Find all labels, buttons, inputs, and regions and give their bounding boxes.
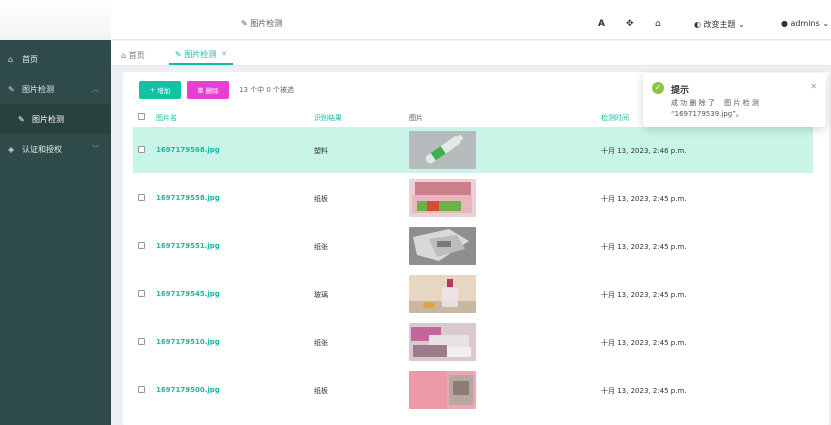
row-name-link[interactable]: 1697179558.jpg: [156, 194, 220, 202]
shield-icon: ◈: [8, 144, 15, 154]
sidebar-item-image-detection-group[interactable]: ✎ 图片检测 ︿: [0, 74, 111, 104]
user-menu[interactable]: ● admins ⌄: [781, 19, 829, 28]
sidebar-brand-area: [0, 0, 111, 40]
row-time: 十月 13, 2023, 2:45 p.m.: [601, 243, 687, 251]
theme-switcher[interactable]: ◐ 改变主题 ⌄: [694, 19, 745, 30]
row-thumbnail: [409, 179, 476, 217]
add-button[interactable]: + 增加: [139, 81, 181, 99]
user-icon: ●: [781, 19, 788, 28]
toast-message: 成 功 删 除 了 图 片 检 测 “1697179539.jpg”。: [671, 99, 759, 118]
sidebar-item-image-detection[interactable]: ✎ 图片检测: [0, 104, 111, 134]
delete-button[interactable]: ▥ 删除: [187, 81, 229, 99]
add-button-label: 增加: [157, 87, 171, 95]
row-thumbnail: [409, 371, 476, 409]
fullscreen-icon[interactable]: ✥: [626, 19, 634, 29]
row-name-link[interactable]: 1697179545.jpg: [156, 290, 220, 298]
row-result: 纸张: [314, 339, 328, 347]
row-thumbnail: [409, 227, 476, 265]
row-time: 十月 13, 2023, 2:45 p.m.: [601, 195, 687, 203]
home-icon: ⌂: [8, 54, 14, 64]
row-thumbnail: [409, 131, 476, 169]
row-checkbox[interactable]: [138, 194, 145, 201]
row-checkbox[interactable]: [138, 242, 145, 249]
check-circle-icon: ✓: [652, 82, 664, 94]
delete-button-label: 删除: [205, 87, 219, 95]
home-icon[interactable]: ⌂: [655, 19, 661, 29]
select-all-checkbox[interactable]: [138, 113, 145, 120]
plus-icon: +: [149, 86, 158, 94]
pencil-icon: ✎: [241, 19, 248, 28]
trash-icon: ▥: [197, 86, 206, 94]
chevron-down-icon: ⌄: [822, 19, 830, 28]
row-time: 十月 13, 2023, 2:45 p.m.: [601, 339, 687, 347]
sidebar-item-label: 图片检测: [32, 114, 64, 124]
top-header: ✎ 图片检测 A ✥ ⌂ ◐ 改变主题 ⌄ ● admins ⌄: [111, 0, 831, 40]
row-result: 纸板: [314, 387, 328, 395]
row-name-link[interactable]: 1697179510.jpg: [156, 338, 220, 346]
sidebar-item-label: 图片检测: [22, 84, 54, 94]
table-row[interactable]: 1697179568.jpg 塑料 十月 13, 2023, 2:46 p.m.: [133, 127, 813, 173]
theme-label: 改变主题: [703, 20, 736, 29]
row-checkbox[interactable]: [138, 386, 145, 393]
pencil-icon: ✎: [18, 114, 25, 124]
breadcrumb: ✎ 图片检测: [241, 18, 282, 29]
column-header-image: 图片: [409, 114, 423, 122]
sidebar-item-label: 首页: [22, 54, 38, 64]
row-checkbox[interactable]: [138, 338, 145, 345]
column-header-name[interactable]: 图片名: [156, 113, 177, 123]
chevron-up-icon: ︿: [92, 85, 99, 93]
close-icon[interactable]: ✕: [221, 50, 227, 58]
success-toast: ✓ 提示 成 功 删 除 了 图 片 检 测 “1697179539.jpg”。…: [643, 73, 826, 127]
table-row[interactable]: 1697179558.jpg 纸板 十月 13, 2023, 2:45 p.m.: [133, 175, 813, 221]
row-result: 塑料: [314, 147, 328, 155]
row-name-link[interactable]: 1697179568.jpg: [156, 146, 220, 154]
tab-home[interactable]: ⌂ 首页: [115, 45, 151, 65]
row-name-link[interactable]: 1697179500.jpg: [156, 386, 220, 394]
row-time: 十月 13, 2023, 2:45 p.m.: [601, 387, 687, 395]
row-name-link[interactable]: 1697179551.jpg: [156, 242, 220, 250]
row-thumbnail: [409, 275, 476, 313]
tab-bar: ⌂ 首页 ✎ 图片检测 ✕: [111, 41, 831, 66]
chevron-down-icon: ⌄: [738, 20, 745, 29]
palette-icon: ◐: [694, 20, 701, 29]
sidebar-item-label: 认证和授权: [22, 144, 62, 154]
row-thumbnail: [409, 323, 476, 361]
row-result: 玻璃: [314, 291, 328, 299]
row-time: 十月 13, 2023, 2:45 p.m.: [601, 291, 687, 299]
close-icon[interactable]: ✕: [810, 82, 817, 91]
home-icon: ⌂: [121, 50, 129, 60]
font-size-icon[interactable]: A: [598, 19, 605, 29]
chevron-down-icon: ﹀: [92, 145, 99, 153]
user-name: admins: [790, 19, 820, 28]
row-result: 纸板: [314, 195, 328, 203]
selection-count: 13 个中 0 个被选: [239, 86, 295, 94]
row-time: 十月 13, 2023, 2:46 p.m.: [601, 147, 687, 155]
sidebar: ⌂ 首页 ✎ 图片检测 ︿ ✎ 图片检测 ◈ 认证和授权 ﹀: [0, 0, 111, 425]
pencil-icon: ✎: [175, 49, 185, 59]
table-row[interactable]: 1697179551.jpg 纸张 十月 13, 2023, 2:45 p.m.: [133, 223, 813, 269]
tab-label: 图片检测: [184, 49, 217, 59]
watermark: CSDN @QQ79278590: [654, 401, 792, 415]
breadcrumb-label: 图片检测: [250, 19, 283, 28]
column-header-time[interactable]: 检测时间: [601, 113, 629, 123]
sidebar-item-auth[interactable]: ◈ 认证和授权 ﹀: [0, 134, 111, 164]
table-row[interactable]: 1697179545.jpg 玻璃 十月 13, 2023, 2:45 p.m.: [133, 271, 813, 317]
row-result: 纸张: [314, 243, 328, 251]
toast-title: 提示: [671, 86, 690, 96]
tab-label: 首页: [128, 50, 145, 60]
pencil-icon: ✎: [8, 84, 15, 94]
tab-image-detection[interactable]: ✎ 图片检测 ✕: [169, 45, 234, 65]
column-header-result[interactable]: 识别结果: [314, 113, 342, 123]
sidebar-item-home[interactable]: ⌂ 首页: [0, 44, 111, 74]
row-checkbox[interactable]: [138, 146, 145, 153]
row-checkbox[interactable]: [138, 290, 145, 297]
table-row[interactable]: 1697179510.jpg 纸张 十月 13, 2023, 2:45 p.m.: [133, 319, 813, 365]
